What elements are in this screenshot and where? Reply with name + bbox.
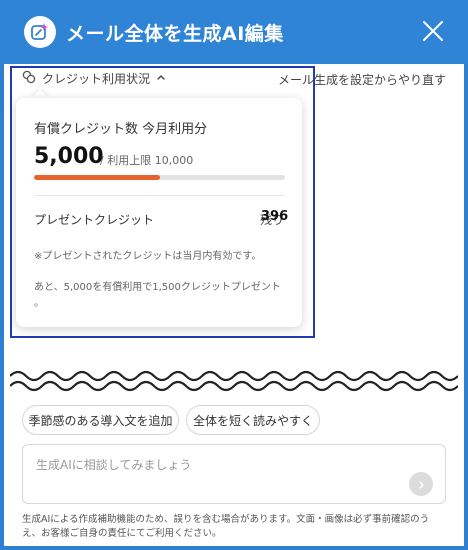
chat-input[interactable] (22, 444, 446, 504)
suggestion-chip[interactable]: 季節感のある導入文を追加 (22, 405, 179, 435)
dialog-header: メール全体を生成AI編集 (0, 0, 468, 64)
sparkle-edit-icon (24, 16, 56, 48)
disclaimer-text: 生成AIによる作成補助機能のため、誤りを含む場合があります。文面・画像は必ず事前… (22, 514, 430, 539)
chat-placeholder: 生成AIに相談してみましょう (36, 458, 192, 472)
close-icon[interactable] (420, 18, 446, 44)
send-button[interactable] (409, 472, 433, 496)
cut-line (10, 370, 458, 392)
dialog-title: メール全体を生成AI編集 (66, 23, 284, 45)
chevron-right-icon (416, 475, 426, 494)
highlight-box (10, 66, 315, 338)
suggestion-chip[interactable]: 全体を短く読みやすく (186, 405, 320, 435)
